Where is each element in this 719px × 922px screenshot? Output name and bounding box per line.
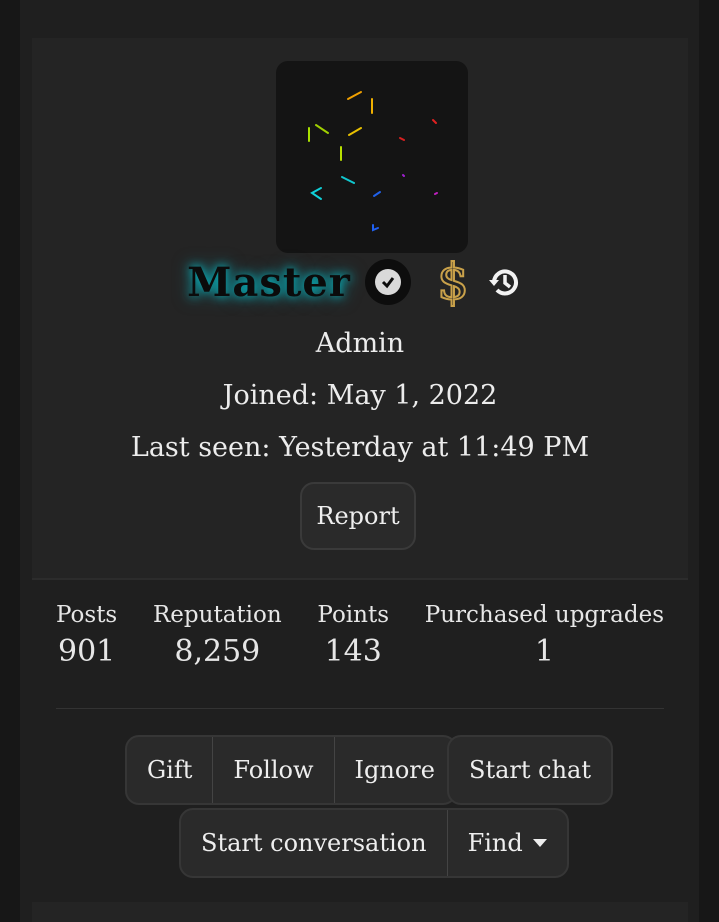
find-dropdown-button[interactable]: Find xyxy=(446,810,567,876)
stat-label: Purchased upgrades xyxy=(424,602,664,628)
stat-label: Points xyxy=(317,602,390,628)
dollar-icon: $ xyxy=(433,255,473,309)
stat-value: 143 xyxy=(324,634,382,669)
stat-value: 1 xyxy=(534,634,554,669)
find-label: Find xyxy=(467,829,523,857)
profile-panel: Master $ Admin Joined: May 1, 2022 Last … xyxy=(20,0,699,922)
username[interactable]: Master xyxy=(187,259,351,306)
stat-value: 901 xyxy=(57,634,116,669)
next-section xyxy=(32,902,688,922)
stat-value: 8,259 xyxy=(174,634,261,669)
divider xyxy=(56,708,664,709)
gift-button[interactable]: Gift xyxy=(127,737,212,803)
stat-posts[interactable]: Posts 901 xyxy=(56,602,117,682)
stat-label: Posts xyxy=(56,602,118,628)
stat-label: Reputation xyxy=(152,602,282,628)
profile-header-card: Master $ Admin Joined: May 1, 2022 Last … xyxy=(32,38,688,578)
stat-purchased-upgrades[interactable]: Purchased upgrades 1 xyxy=(425,602,664,682)
start-conversation-button[interactable]: Start conversation xyxy=(181,810,447,876)
stats-row: Posts 901 Reputation 8,259 Points 143 Pu… xyxy=(56,602,664,682)
check-circle-icon xyxy=(364,259,411,305)
history-icon[interactable] xyxy=(487,265,521,299)
divider xyxy=(32,578,688,580)
username-row: Master $ xyxy=(32,252,688,312)
svg-text:$: $ xyxy=(437,255,469,309)
ignore-button[interactable]: Ignore xyxy=(333,737,455,803)
conversation-actions-group: Start conversation Find xyxy=(179,808,569,878)
stat-points[interactable]: Points 143 xyxy=(317,602,389,682)
avatar[interactable] xyxy=(276,61,468,253)
follow-button[interactable]: Follow xyxy=(212,737,333,803)
user-role: Admin xyxy=(315,328,405,359)
stat-reputation[interactable]: Reputation 8,259 xyxy=(153,602,282,682)
member-actions-group: Gift Follow Ignore xyxy=(125,735,457,805)
avatar-image xyxy=(308,91,438,232)
start-chat-button[interactable]: Start chat xyxy=(449,737,611,803)
chat-actions-group: Start chat xyxy=(447,735,613,805)
caret-down-icon xyxy=(532,839,547,847)
joined-date: Joined: May 1, 2022 xyxy=(222,380,498,411)
report-button[interactable]: Report xyxy=(300,482,416,550)
last-seen: Last seen: Yesterday at 11:49 PM xyxy=(130,432,590,463)
